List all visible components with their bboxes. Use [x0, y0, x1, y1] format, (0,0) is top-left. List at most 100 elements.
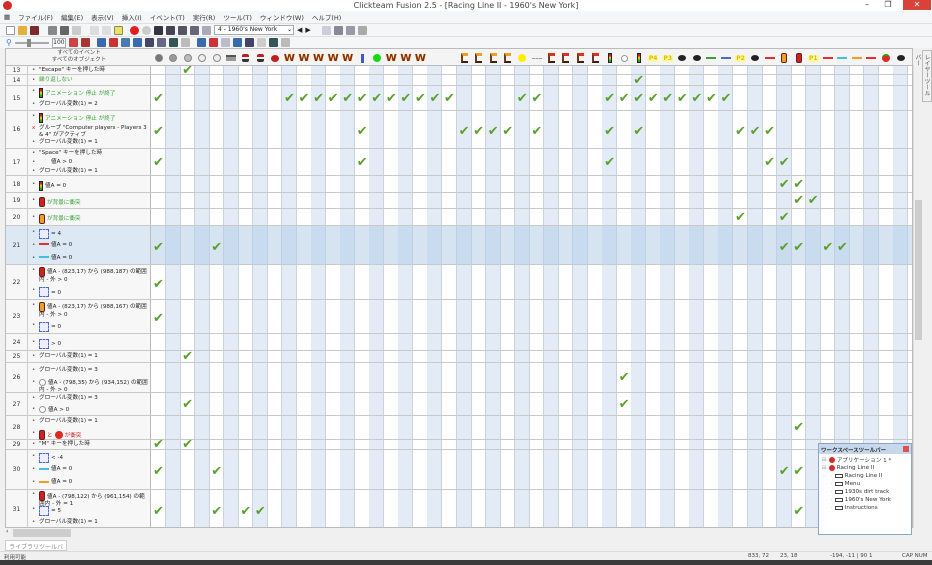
check-mark[interactable]: ✔	[777, 241, 792, 254]
column-header-joystick[interactable]	[253, 52, 268, 64]
column-header-orange-flag[interactable]	[486, 52, 501, 64]
no-filter-icon[interactable]	[108, 38, 118, 47]
column-header-black-dot[interactable]	[675, 52, 690, 64]
column-header-black-dot[interactable]	[689, 52, 704, 64]
condition[interactable]: • 値A > 0	[32, 159, 150, 166]
save-icon[interactable]	[30, 25, 39, 35]
column-header-orange-flag[interactable]	[457, 52, 472, 64]
column-header-W[interactable]: W	[282, 52, 297, 64]
check-mark[interactable]: ✔	[631, 74, 646, 87]
window-icon[interactable]	[345, 25, 355, 35]
minimize-button[interactable]: –	[858, 0, 876, 10]
frame-select[interactable]: 4 - 1960's New York ⌄	[214, 25, 294, 35]
bookmark-icon-2[interactable]	[232, 38, 242, 47]
event-conditions[interactable]: 20 • が背景に衝突	[6, 209, 151, 225]
workspace-tree-item[interactable]: · Instructions	[822, 504, 891, 512]
column-header-green-circle[interactable]	[369, 52, 384, 64]
check-mark[interactable]: ✔	[733, 211, 748, 224]
check-mark[interactable]: ✔	[675, 92, 690, 105]
event-row[interactable]: 14 • 繰り返しない ✔	[6, 74, 912, 87]
check-mark[interactable]: ✔	[398, 92, 413, 105]
event-row[interactable]: 26 • グローバル変数(1) = 3 • 値A - (798,35) から (934,…	[6, 363, 912, 393]
expand-icon-2[interactable]	[244, 38, 254, 47]
event-conditions[interactable]: 24 • > 0	[6, 334, 151, 350]
cut-icon[interactable]	[48, 25, 57, 35]
check-mark[interactable]: ✔	[151, 465, 166, 478]
open-icon[interactable]	[18, 25, 27, 35]
check-mark[interactable]: ✔	[806, 194, 821, 207]
condition[interactable]: • アニメーション 停止 が終了	[32, 88, 150, 99]
column-header-orange-flag[interactable]	[500, 52, 515, 64]
find-icon[interactable]	[120, 38, 130, 47]
check-mark[interactable]: ✔	[791, 505, 806, 518]
column-header-spider[interactable]	[166, 52, 181, 64]
storyboard-editor-icon[interactable]	[154, 25, 163, 35]
event-row[interactable]: 13 • "Escape" キーを押した時 ✔	[6, 64, 912, 77]
column-header-red-flag[interactable]	[588, 52, 603, 64]
event-conditions[interactable]: 21 • = 4 • 値A = 0 • 値A = 0	[6, 226, 151, 264]
check-mark[interactable]: ✔	[791, 194, 806, 207]
check-mark[interactable]: ✔	[340, 92, 355, 105]
next-frame-icon[interactable]: ▶	[305, 26, 310, 34]
check-mark[interactable]: ✔	[529, 125, 544, 138]
workspace-tree-item[interactable]: ⊟ アプリケーション 1 *	[822, 456, 891, 464]
grid-icon[interactable]	[321, 25, 331, 35]
zoom-slider[interactable]	[14, 38, 49, 47]
event-row[interactable]: 28 • グローバル変数(1) = 1 • とが衝突 ✔	[6, 416, 912, 440]
expand-icon[interactable]: ·	[831, 481, 833, 487]
check-mark[interactable]: ✔	[486, 125, 501, 138]
event-conditions[interactable]: 25 • グローバル変数(1) = 1	[6, 351, 151, 362]
column-header-keyboard[interactable]	[224, 52, 239, 64]
condition[interactable]: • グローバル変数(1) = 1	[32, 168, 150, 175]
event-conditions[interactable]: 23 • 値A - (823,17) から (988,167) の範囲内 - 外 >…	[6, 300, 151, 333]
check-mark[interactable]: ✔	[617, 371, 632, 384]
check-mark[interactable]: ✔	[646, 92, 661, 105]
event-list-icon[interactable]	[190, 25, 199, 35]
column-header-red-line[interactable]	[762, 52, 777, 64]
redo-icon[interactable]	[102, 25, 111, 35]
zoom-input[interactable]: 100	[51, 37, 66, 48]
condition[interactable]: • グローバル変数(1) = 1	[32, 418, 150, 425]
vertical-scrollbar[interactable]	[913, 65, 922, 528]
condition[interactable]: • "Escape" キーを押した時	[32, 67, 150, 74]
column-header-red-car[interactable]	[791, 52, 806, 64]
horizontal-scrollbar-thumb[interactable]	[13, 529, 71, 537]
check-mark[interactable]: ✔	[791, 178, 806, 191]
column-header-circle-outline[interactable]	[617, 52, 632, 64]
check-mark[interactable]: ✔	[617, 398, 632, 411]
event-row[interactable]: 25 • グローバル変数(1) = 1 ✔	[6, 350, 912, 363]
check-mark[interactable]: ✔	[151, 92, 166, 105]
check-mark[interactable]: ✔	[238, 505, 253, 518]
condition[interactable]: • 値A = 0	[32, 180, 150, 191]
column-header-orange-flag[interactable]	[471, 52, 486, 64]
condition[interactable]: • = 0	[32, 287, 150, 298]
event-conditions[interactable]: 28 • グローバル変数(1) = 1 • とが衝突	[6, 416, 151, 440]
column-header-yellow-circle[interactable]	[515, 52, 530, 64]
column-header-black-dot[interactable]	[748, 52, 763, 64]
condition[interactable]: • グローバル変数(1) = 2	[32, 101, 150, 108]
vertical-scrollbar-thumb[interactable]	[915, 200, 922, 340]
event-conditions[interactable]: 13 • "Escape" キーを押した時	[6, 66, 151, 74]
condition[interactable]: • が背景に衝突	[32, 213, 150, 224]
condition[interactable]: • 値A > 0	[32, 406, 150, 414]
check-mark[interactable]: ✔	[617, 92, 632, 105]
check-mark[interactable]: ✔	[151, 312, 166, 325]
expand-icon[interactable]: ·	[831, 497, 833, 503]
check-mark[interactable]: ✔	[209, 241, 224, 254]
check-mark[interactable]: ✔	[791, 465, 806, 478]
check-mark[interactable]: ✔	[791, 241, 806, 254]
column-header-red-flag[interactable]	[558, 52, 573, 64]
check-mark[interactable]: ✔	[835, 241, 850, 254]
column-header-traffic-light[interactable]	[631, 52, 646, 64]
check-mark[interactable]: ✔	[369, 92, 384, 105]
check-mark[interactable]: ✔	[151, 156, 166, 169]
menu-item[interactable]: 編集(E)	[61, 12, 83, 22]
find-icon-2[interactable]	[220, 38, 230, 47]
close-button[interactable]: ✕	[903, 0, 931, 10]
condition[interactable]: • 値A - (823,17) から (988,187) の範囲内 - 外 > 0	[32, 266, 150, 284]
column-header-W[interactable]: W	[398, 52, 413, 64]
condition[interactable]: • と が衝突	[32, 430, 150, 440]
undo-icon[interactable]	[90, 25, 99, 35]
check-mark[interactable]: ✔	[660, 92, 675, 105]
expand-icon[interactable]	[144, 38, 154, 47]
